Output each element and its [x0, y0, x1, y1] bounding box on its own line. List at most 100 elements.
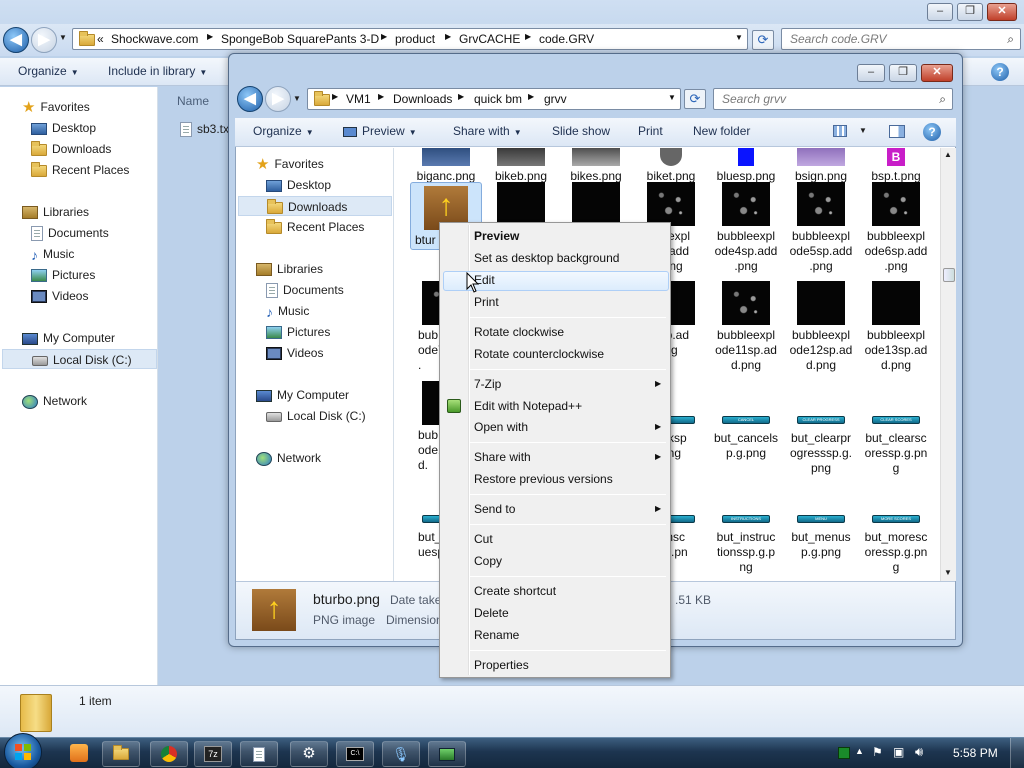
- menu-item-properties[interactable]: Properties: [474, 655, 529, 675]
- file-item[interactable]: bsign.png: [783, 148, 859, 184]
- nav-music[interactable]: ♪ Music: [266, 301, 309, 321]
- nav-pictures[interactable]: Pictures: [266, 322, 330, 342]
- outer-maximize-button[interactable]: ❐: [957, 3, 983, 21]
- nav-libraries[interactable]: Libraries: [22, 202, 89, 222]
- volume-icon[interactable]: 🔊︎: [915, 744, 923, 760]
- inner-help-icon[interactable]: ?: [923, 123, 941, 141]
- inner-close-button[interactable]: ✕: [921, 64, 953, 82]
- menu-item-rename[interactable]: Rename: [474, 625, 519, 645]
- nav-downloads[interactable]: Downloads: [31, 139, 111, 159]
- nav-favorites[interactable]: ★ Favorites: [22, 97, 90, 117]
- taskbar-microphone-button[interactable]: 🎙: [382, 741, 420, 767]
- inner-search-input[interactable]: Search grvv ⌕: [713, 88, 953, 110]
- search-icon[interactable]: ⌕: [939, 89, 946, 109]
- view-dropdown-icon[interactable]: ▼: [859, 126, 867, 135]
- file-item[interactable]: bubbleexpl ode12sp.ad d.png: [783, 281, 859, 373]
- show-desktop-button[interactable]: [1010, 738, 1024, 768]
- breadcrumb-product[interactable]: product: [395, 32, 435, 46]
- menu-item-print[interactable]: Print: [474, 292, 499, 312]
- file-item[interactable]: MENU but_menus p.g.png: [783, 515, 859, 560]
- taskbar-chrome-button[interactable]: [150, 741, 188, 767]
- nav-recent-places[interactable]: Recent Places: [266, 217, 364, 237]
- outer-refresh-icon[interactable]: ⟳: [752, 30, 774, 50]
- taskbar-clock[interactable]: 5:58 PM: [953, 746, 998, 760]
- breadcrumb-shockwave[interactable]: Shockwave.com: [111, 32, 198, 46]
- inner-organize-button[interactable]: Organize ▼: [253, 124, 314, 138]
- nav-libraries[interactable]: Libraries: [256, 259, 323, 279]
- scroll-down-arrow[interactable]: ▼: [944, 568, 952, 577]
- outer-include-library-button[interactable]: Include in library ▼: [108, 64, 207, 78]
- menu-item-preview[interactable]: Preview: [474, 226, 519, 246]
- nav-documents[interactable]: Documents: [31, 223, 109, 243]
- inner-history-dropdown[interactable]: ▼: [293, 94, 301, 103]
- search-icon[interactable]: ⌕: [1007, 29, 1014, 49]
- menu-item-restore-previous-versions[interactable]: Restore previous versions: [474, 469, 613, 489]
- inner-preview-button[interactable]: Preview ▼: [343, 124, 417, 138]
- file-item[interactable]: bluesp.png: [708, 148, 784, 184]
- nav-videos[interactable]: Videos: [266, 343, 323, 363]
- menu-item-edit-with-notepad[interactable]: Edit with Notepad++: [474, 396, 582, 416]
- scroll-up-arrow[interactable]: ▲: [944, 150, 952, 159]
- nav-desktop[interactable]: Desktop: [31, 118, 96, 138]
- file-item[interactable]: bubbleexpl ode13sp.ad d.png: [858, 281, 934, 373]
- breadcrumb-spongebob[interactable]: SpongeBob SquarePants 3-D: [221, 32, 379, 46]
- menu-item-send-to[interactable]: Send to ▶: [474, 499, 664, 519]
- tray-app-icon[interactable]: [838, 747, 850, 759]
- taskbar-network-app-button[interactable]: [428, 741, 466, 767]
- inner-print-button[interactable]: Print: [638, 124, 663, 138]
- inner-minimize-button[interactable]: –: [857, 64, 885, 82]
- file-item[interactable]: bubbleexpl ode11sp.ad d.png: [708, 281, 784, 373]
- address-dropdown-icon[interactable]: ▼: [735, 33, 743, 42]
- file-item[interactable]: bubbleexpl ode6sp.add .png: [858, 182, 934, 274]
- breadcrumb-grvcache[interactable]: GrvCACHE: [459, 32, 520, 46]
- preview-pane-icon[interactable]: [889, 125, 905, 138]
- nav-my-computer[interactable]: My Computer: [22, 328, 115, 348]
- menu-item-set-desktop-background[interactable]: Set as desktop background: [474, 248, 619, 268]
- taskbar-explorer-button[interactable]: [102, 741, 140, 767]
- breadcrumb-vm1[interactable]: VM1: [346, 92, 371, 106]
- inner-maximize-button[interactable]: ❐: [889, 64, 917, 82]
- taskbar-settings-button[interactable]: ⚙: [290, 741, 328, 767]
- outer-back-button[interactable]: ◀: [3, 27, 29, 53]
- file-item[interactable]: biganc.png: [408, 148, 484, 184]
- menu-item-share-with[interactable]: Share with ▶: [474, 447, 664, 467]
- inner-new-folder-button[interactable]: New folder: [693, 124, 750, 138]
- address-dropdown-icon[interactable]: ▼: [668, 93, 676, 102]
- menu-item-rotate-clockwise[interactable]: Rotate clockwise: [474, 322, 564, 342]
- nav-network[interactable]: Network: [256, 448, 321, 468]
- outer-history-dropdown[interactable]: ▼: [59, 33, 67, 42]
- nav-my-computer[interactable]: My Computer: [256, 385, 349, 405]
- outer-help-icon[interactable]: ?: [991, 63, 1009, 81]
- menu-item-cut[interactable]: Cut: [474, 529, 493, 549]
- outer-forward-button[interactable]: ▶: [31, 27, 57, 53]
- file-item[interactable]: bubbleexpl ode4sp.add .png: [708, 182, 784, 274]
- media-player-icon[interactable]: [70, 744, 88, 762]
- outer-search-input[interactable]: Search code.GRV ⌕: [781, 28, 1021, 50]
- menu-item-7zip[interactable]: 7-Zip ▶: [474, 374, 664, 394]
- nav-local-disk[interactable]: Local Disk (C:): [2, 349, 157, 369]
- start-button[interactable]: [4, 733, 42, 768]
- view-options-icon[interactable]: [833, 125, 847, 137]
- nav-recent-places[interactable]: Recent Places: [31, 160, 129, 180]
- menu-item-copy[interactable]: Copy: [474, 551, 502, 571]
- nav-music[interactable]: ♪ Music: [31, 244, 74, 264]
- nav-local-disk[interactable]: Local Disk (C:): [266, 406, 366, 426]
- nav-desktop[interactable]: Desktop: [266, 175, 331, 195]
- breadcrumb-grvv[interactable]: grvv: [544, 92, 567, 106]
- menu-item-create-shortcut[interactable]: Create shortcut: [474, 581, 556, 601]
- scroll-thumb[interactable]: [943, 268, 955, 282]
- inner-share-with-button[interactable]: Share with ▼: [453, 124, 522, 138]
- inner-back-button[interactable]: ◀: [237, 86, 263, 112]
- nav-videos[interactable]: Videos: [31, 286, 88, 306]
- network-tray-icon[interactable]: ▣: [893, 745, 904, 759]
- file-grid-scrollbar[interactable]: ▲ ▼: [940, 148, 956, 581]
- file-item[interactable]: biket.png: [633, 148, 709, 184]
- inner-forward-button[interactable]: ▶: [265, 86, 291, 112]
- menu-item-rotate-counterclockwise[interactable]: Rotate counterclockwise: [474, 344, 604, 364]
- file-item[interactable]: INSTRUCTIONS but_instruc tionssp.g.p ng: [708, 515, 784, 575]
- show-hidden-icons[interactable]: ▲: [855, 746, 864, 756]
- file-item[interactable]: bubbleexpl ode5sp.add .png: [783, 182, 859, 274]
- outer-address-bar[interactable]: « Shockwave.com ▶ SpongeBob SquarePants …: [72, 28, 748, 50]
- action-center-flag-icon[interactable]: ⚑: [872, 745, 883, 759]
- nav-documents[interactable]: Documents: [266, 280, 344, 300]
